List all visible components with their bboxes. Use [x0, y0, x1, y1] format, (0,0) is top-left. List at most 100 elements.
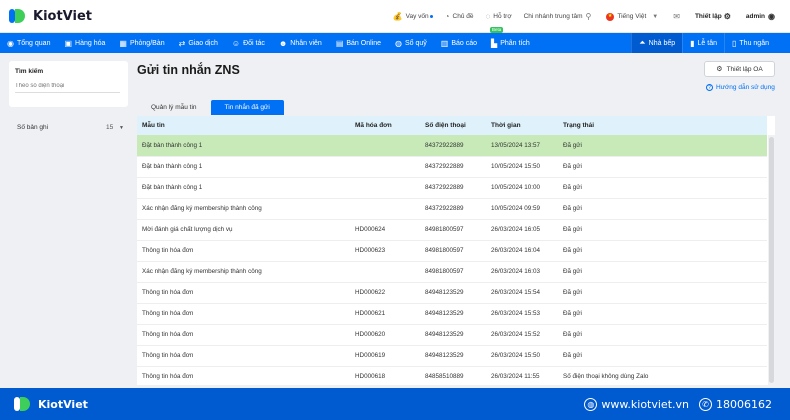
table-cell: 10/05/2024 10:00 [486, 177, 558, 199]
globe-icon: ◍ [584, 397, 598, 411]
column-header[interactable]: Trạng thái [558, 116, 767, 135]
table-cell: Thông tin hóa đơn [137, 240, 350, 262]
table-row[interactable]: Đặt bàn thành công 1 84372922889 10/05/202… [137, 177, 767, 199]
messages-table-container: Mẫu tin Mã hóa đơn Số điện thoại Thời gi… [137, 116, 775, 385]
kiotviet-logo[interactable]: KiotViet [9, 8, 92, 24]
table-cell: Đặt bàn thành công 1 [137, 177, 350, 199]
analytics-icon: ▙ [491, 38, 498, 48]
rows-per-page: Số bản ghi 15 ▼ [17, 124, 124, 131]
fund-icon: ◍ [395, 38, 402, 48]
table-cell: 26/03/2024 15:52 [486, 324, 558, 346]
report-icon: ▥ [440, 38, 449, 48]
table-cell: Đã gửi [558, 240, 767, 262]
nav-item-9[interactable]: ▙ Phân tích Beta [484, 27, 537, 53]
table-cell: 13/05/2024 13:57 [486, 135, 558, 157]
table-cell: Thông tin hóa đơn [137, 303, 350, 325]
vertical-scrollbar[interactable] [768, 135, 775, 385]
nav-item-0[interactable]: ◉ Tổng quan [0, 33, 57, 53]
nav-right-item-1[interactable]: ▮ Lễ tân [682, 33, 724, 53]
table-cell: Đã gửi [558, 261, 767, 283]
table-cell: Đã gửi [558, 198, 767, 220]
palette-icon: ◔ [444, 12, 450, 21]
table-cell: Thông tin hóa đơn [137, 366, 350, 385]
table-cell: Mời đánh giá chất lượng dịch vụ [137, 219, 350, 241]
nav-right-item-0[interactable]: ⏶ Nhà bếp [631, 33, 683, 53]
column-header[interactable]: Thời gian [486, 116, 558, 135]
table-cell: 84948123529 [420, 345, 486, 367]
box-icon: ▣ [64, 38, 73, 48]
table-row[interactable]: Thông tin hóa đơn HD000620 84948123529 26/0… [137, 324, 767, 346]
table-row[interactable]: Thông tin hóa đơn HD000618 84858510889 26/0… [137, 366, 767, 385]
topics-link[interactable]: ◔ Chủ đề [445, 12, 474, 21]
column-header[interactable]: Mã hóa đơn [350, 116, 420, 135]
table-cell: 26/03/2024 16:04 [486, 240, 558, 262]
nav-label: Hàng hóa [75, 39, 106, 47]
table-cell: Đã gửi [558, 177, 767, 199]
kiotviet-logo-icon [9, 8, 29, 24]
message-button[interactable]: ✉ [673, 12, 683, 21]
table-cell [350, 198, 420, 220]
table-row[interactable]: Thông tin hóa đơn HD000621 84948123529 26/0… [137, 303, 767, 325]
branch-selector[interactable]: Chi nhánh trung tâm ⚲ [524, 12, 595, 21]
rows-select[interactable]: 15 ▼ [106, 124, 124, 131]
nav-label: Giao dịch [188, 39, 218, 47]
table-cell: Đã gửi [558, 303, 767, 325]
nav-item-1[interactable]: ▣ Hàng hóa [57, 33, 112, 53]
table-cell: Xác nhận đăng ký membership thành công [137, 261, 350, 283]
setup-oa-button[interactable]: ⚙ Thiết lập OA [704, 61, 775, 77]
table-cell: HD000623 [350, 240, 420, 262]
column-header[interactable]: Mẫu tin [137, 116, 350, 135]
nav-right-item-2[interactable]: ▯ Thu ngân [724, 33, 776, 53]
nav-item-2[interactable]: ▦ Phòng/Bàn [112, 33, 171, 53]
website-link[interactable]: ◍ www.kiotviet.vn [584, 397, 689, 411]
nav-item-5[interactable]: ☻ Nhân viên [272, 33, 329, 53]
tab-sent-messages[interactable]: Tin nhắn đã gửi [210, 100, 284, 115]
table-row[interactable]: Xác nhận đăng ký membership thành công 84… [137, 261, 767, 283]
support-link[interactable]: ◌ Hỗ trợ [485, 12, 511, 21]
table-row[interactable]: Đặt bàn thành công 1 84372922889 10/05/202… [137, 156, 767, 178]
table-cell: Thông tin hóa đơn [137, 282, 350, 304]
chevron-down-icon: ▼ [652, 13, 659, 20]
hotline-link[interactable]: ✆ 18006162 [699, 397, 772, 411]
table-cell: Thông tin hóa đơn [137, 345, 350, 367]
table-cell: 10/05/2024 09:59 [486, 198, 558, 220]
table-cell: 84372922889 [420, 198, 486, 220]
reception-icon: ▮ [690, 38, 695, 48]
settings-menu[interactable]: Thiết lập ⚙ [695, 12, 734, 21]
table-cell: 84858510889 [420, 366, 486, 385]
table-cell: Đã gửi [558, 282, 767, 304]
tab-template-manage[interactable]: Quản lý mẫu tin [137, 100, 211, 115]
nav-item-7[interactable]: ◍ Sổ quỹ [388, 33, 434, 53]
table-row[interactable]: Thông tin hóa đơn HD000619 84948123529 26/0… [137, 345, 767, 367]
table-row[interactable]: Thông tin hóa đơn HD000622 84948123529 26/0… [137, 282, 767, 304]
loan-link[interactable]: 💰 Vay vốn [393, 12, 433, 21]
table-cell: Đặt bàn thành công 1 [137, 135, 350, 157]
table-row[interactable]: Xác nhận đăng ký membership thành công 84… [137, 198, 767, 220]
table-row[interactable]: Mời đánh giá chất lượng dịch vụ HD000624 8… [137, 219, 767, 241]
nav-item-3[interactable]: ⇄ Giao dịch [172, 33, 225, 53]
table-cell: 84372922889 [420, 135, 486, 157]
table-cell: 84948123529 [420, 303, 486, 325]
footer-logo: KiotViet [14, 396, 88, 412]
table-cell: Đặt bàn thành công 1 [137, 156, 350, 178]
table-row[interactable]: Đặt bàn thành công 1 84372922889 13/05/202… [137, 135, 767, 157]
eye-icon: ◉ [7, 38, 14, 48]
table-cell: 84372922889 [420, 156, 486, 178]
help-link[interactable]: ? Hướng dẫn sử dụng [706, 84, 775, 91]
table-cell: Đã gửi [558, 135, 767, 157]
shop-icon: ▤ [335, 38, 344, 48]
language-selector[interactable]: Tiếng Việt▼ [606, 12, 661, 21]
table-cell [350, 135, 420, 157]
swap-icon: ⇄ [178, 38, 186, 48]
column-header[interactable]: Số điện thoại [420, 116, 486, 135]
tabs: Quản lý mẫu tin Tin nhắn đã gửi [137, 100, 284, 115]
phone-search-input[interactable] [15, 83, 120, 93]
user-menu[interactable]: admin ◉ [746, 12, 778, 21]
table-row[interactable]: Thông tin hóa đơn HD000623 84981800597 26/0… [137, 240, 767, 262]
nav-item-6[interactable]: ▤ Bán Online [329, 33, 388, 53]
table-cell: HD000621 [350, 303, 420, 325]
nav-item-8[interactable]: ▥ Báo cáo [434, 33, 484, 53]
nav-item-4[interactable]: ☺ Đối tác [225, 33, 272, 53]
chevron-down-icon: ▼ [119, 125, 124, 131]
scrollbar-thumb[interactable] [769, 137, 774, 383]
